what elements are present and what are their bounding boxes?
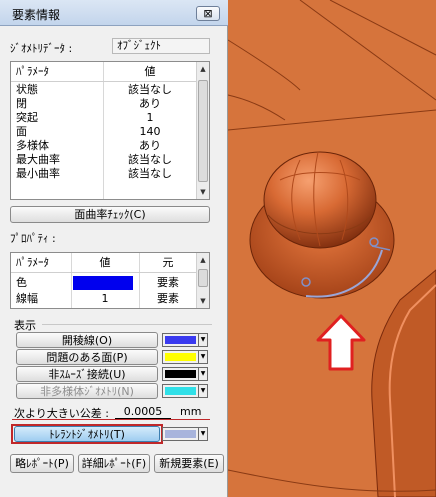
- table-header: ﾊﾟﾗﾒｰﾀ 値 元: [11, 256, 197, 273]
- row-value: あり: [139, 139, 161, 152]
- row-name: 色: [16, 276, 27, 289]
- column-header-parameter: ﾊﾟﾗﾒｰﾀ: [16, 256, 49, 269]
- non-manifold-color[interactable]: [162, 384, 199, 398]
- element-info-dialog: 要素情報 ⊠ ｼﾞｵﾒﾄﾘﾃﾞｰﾀ : ｵﾌﾞｼﾞｪｸﾄ ﾊﾟﾗﾒｰﾀ 値 状態…: [0, 0, 228, 497]
- color-swatch[interactable]: [73, 276, 133, 290]
- column-header-value: 値: [144, 65, 156, 78]
- row-source: 要素: [157, 292, 179, 305]
- problem-face-button[interactable]: 問題のある面(P): [16, 349, 158, 365]
- highlight-underline: [12, 419, 210, 420]
- scroll-down-icon[interactable]: ▼: [197, 294, 209, 308]
- dialog-title: 要素情報: [12, 8, 61, 22]
- row-value: 1: [146, 111, 154, 124]
- property-table[interactable]: ﾊﾟﾗﾒｰﾀ 値 元 色 要素 線幅 1 要素 ▲ ▼: [10, 252, 210, 309]
- tolerant-geometry-color[interactable]: [162, 427, 199, 441]
- property-label: ﾌﾟﾛﾊﾟﾃｨ :: [10, 232, 56, 245]
- row-value: 該当なし: [128, 167, 172, 180]
- row-name: 最小曲率: [16, 167, 60, 180]
- table-row[interactable]: 線幅 1 要素: [11, 292, 197, 306]
- row-value: 該当なし: [128, 153, 172, 166]
- row-name: 状態: [16, 83, 38, 96]
- non-manifold-geometry-button[interactable]: 非多様体ｼﾞｵﾒﾄﾘ(N): [16, 383, 158, 399]
- property-table-scrollbar[interactable]: ▲ ▼: [196, 253, 209, 308]
- table-row[interactable]: 最小曲率 該当なし: [11, 167, 197, 181]
- chevron-down-icon[interactable]: ▼: [198, 427, 208, 441]
- row-value: 1: [101, 292, 109, 305]
- table-row[interactable]: 閉 あり: [11, 97, 197, 111]
- scroll-up-icon[interactable]: ▲: [197, 253, 209, 267]
- parameter-table-scrollbar[interactable]: ▲ ▼: [196, 62, 209, 199]
- row-name: 最大曲率: [16, 153, 60, 166]
- row-source: 要素: [157, 276, 179, 289]
- geometry-data-label: ｼﾞｵﾒﾄﾘﾃﾞｰﾀ :: [10, 42, 73, 55]
- non-smooth-color[interactable]: [162, 367, 199, 381]
- table-row[interactable]: 突起 1: [11, 111, 197, 125]
- parameter-table[interactable]: ﾊﾟﾗﾒｰﾀ 値 状態 該当なし 閉 あり 突起 1 面 140 多様体 あり …: [10, 61, 210, 200]
- row-name: 線幅: [16, 292, 38, 305]
- brief-report-button[interactable]: 略ﾚﾎﾟｰﾄ(P): [10, 454, 74, 473]
- column-header-source: 元: [162, 256, 174, 269]
- chevron-down-icon[interactable]: ▼: [198, 384, 208, 398]
- column-header-parameter: ﾊﾟﾗﾒｰﾀ: [16, 65, 49, 78]
- table-row[interactable]: 状態 該当なし: [11, 83, 197, 97]
- surface-curvature-check-button[interactable]: 面曲率ﾁｪｯｸ(C): [10, 206, 210, 223]
- tolerance-unit: mm: [180, 405, 202, 418]
- problem-face-color[interactable]: [162, 350, 199, 364]
- scroll-up-icon[interactable]: ▲: [197, 62, 209, 76]
- chevron-down-icon[interactable]: ▼: [198, 367, 208, 381]
- row-name: 閉: [16, 97, 27, 110]
- row-value: 140: [139, 125, 161, 138]
- scroll-thumb[interactable]: [198, 269, 208, 287]
- scroll-thumb[interactable]: [198, 80, 208, 182]
- chevron-down-icon[interactable]: ▼: [198, 350, 208, 364]
- table-row[interactable]: 多様体 あり: [11, 139, 197, 153]
- chevron-down-icon[interactable]: ▼: [198, 333, 208, 347]
- new-element-button[interactable]: 新規要素(E): [154, 454, 224, 473]
- table-row[interactable]: 色 要素: [11, 276, 197, 290]
- row-value: あり: [139, 97, 161, 110]
- open-edge-color[interactable]: [162, 333, 199, 347]
- row-value: 該当なし: [128, 83, 172, 96]
- scroll-down-icon[interactable]: ▼: [197, 185, 209, 199]
- detailed-report-button[interactable]: 詳細ﾚﾎﾟｰﾄ(F): [78, 454, 150, 473]
- display-group-label: 表示: [14, 319, 36, 332]
- row-name: 突起: [16, 111, 38, 124]
- table-row[interactable]: 最大曲率 該当なし: [11, 153, 197, 167]
- title-bar[interactable]: 要素情報 ⊠: [0, 0, 228, 26]
- close-icon[interactable]: ⊠: [196, 6, 220, 21]
- open-edge-button[interactable]: 開稜線(O): [16, 332, 158, 348]
- row-name: 面: [16, 125, 27, 138]
- tolerant-geometry-button[interactable]: ﾄﾚﾗﾝﾄｼﾞｵﾒﾄﾘ(T): [14, 426, 160, 442]
- table-header: ﾊﾟﾗﾒｰﾀ 値: [11, 65, 197, 82]
- table-row[interactable]: 面 140: [11, 125, 197, 139]
- column-header-value: 値: [99, 256, 111, 269]
- geometry-data-field: ｵﾌﾞｼﾞｪｸﾄ: [112, 38, 210, 54]
- row-name: 多様体: [16, 139, 49, 152]
- tolerance-input[interactable]: 0.0005: [115, 405, 171, 419]
- non-smooth-connection-button[interactable]: 非ｽﾑｰｽﾞ接続(U): [16, 366, 158, 382]
